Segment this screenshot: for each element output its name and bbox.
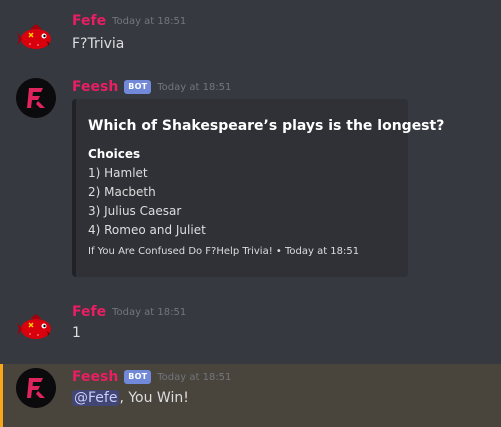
message-header: Feesh BOT Today at 18:51	[72, 77, 231, 97]
bot-tag: BOT	[124, 370, 152, 384]
feesh-avatar[interactable]	[16, 368, 56, 408]
fefe-avatar[interactable]	[16, 308, 56, 348]
fefe-avatar[interactable]	[16, 18, 56, 58]
feesh-logo-icon	[16, 78, 56, 118]
choice-item: 4) Romeo and Juliet	[88, 223, 206, 237]
bot-tag: BOT	[124, 80, 152, 94]
embed-field-name: Choices	[88, 147, 141, 161]
username-fefe[interactable]: Fefe	[72, 304, 106, 320]
message-header: Fefe Today at 18:51	[72, 302, 186, 322]
user-mention[interactable]: @Fefe	[72, 390, 120, 406]
choice-item: 3) Julius Caesar	[88, 204, 182, 218]
trivia-embed: Which of Shakespeare’s plays is the long…	[72, 99, 444, 277]
timestamp: Today at 18:51	[157, 371, 232, 383]
message-header: Fefe Today at 18:51	[72, 11, 186, 31]
username-fefe[interactable]: Fefe	[72, 13, 106, 29]
red-fish-icon	[17, 314, 51, 339]
embed-title: Which of Shakespeare’s plays is the long…	[88, 118, 445, 134]
timestamp: Today at 18:51	[157, 81, 232, 93]
username-feesh[interactable]: Feesh	[72, 79, 118, 95]
username-feesh[interactable]: Feesh	[72, 369, 118, 385]
choice-item: 2) Macbeth	[88, 185, 156, 199]
message-content: F?Trivia	[72, 36, 125, 52]
message-content: 1	[72, 325, 81, 341]
choice-item: 1) Hamlet	[88, 166, 148, 180]
embed-footer: If You Are Confused Do F?Help Trivia! • …	[88, 246, 360, 257]
message-header: Feesh BOT Today at 18:51	[72, 367, 231, 387]
feesh-logo-icon	[16, 368, 56, 408]
feesh-avatar[interactable]	[16, 78, 56, 118]
message-content: @Fefe, You Win!	[72, 390, 189, 406]
red-fish-icon	[17, 24, 51, 49]
timestamp: Today at 18:51	[112, 306, 187, 318]
timestamp: Today at 18:51	[112, 15, 187, 27]
win-text: , You Win!	[119, 390, 189, 406]
